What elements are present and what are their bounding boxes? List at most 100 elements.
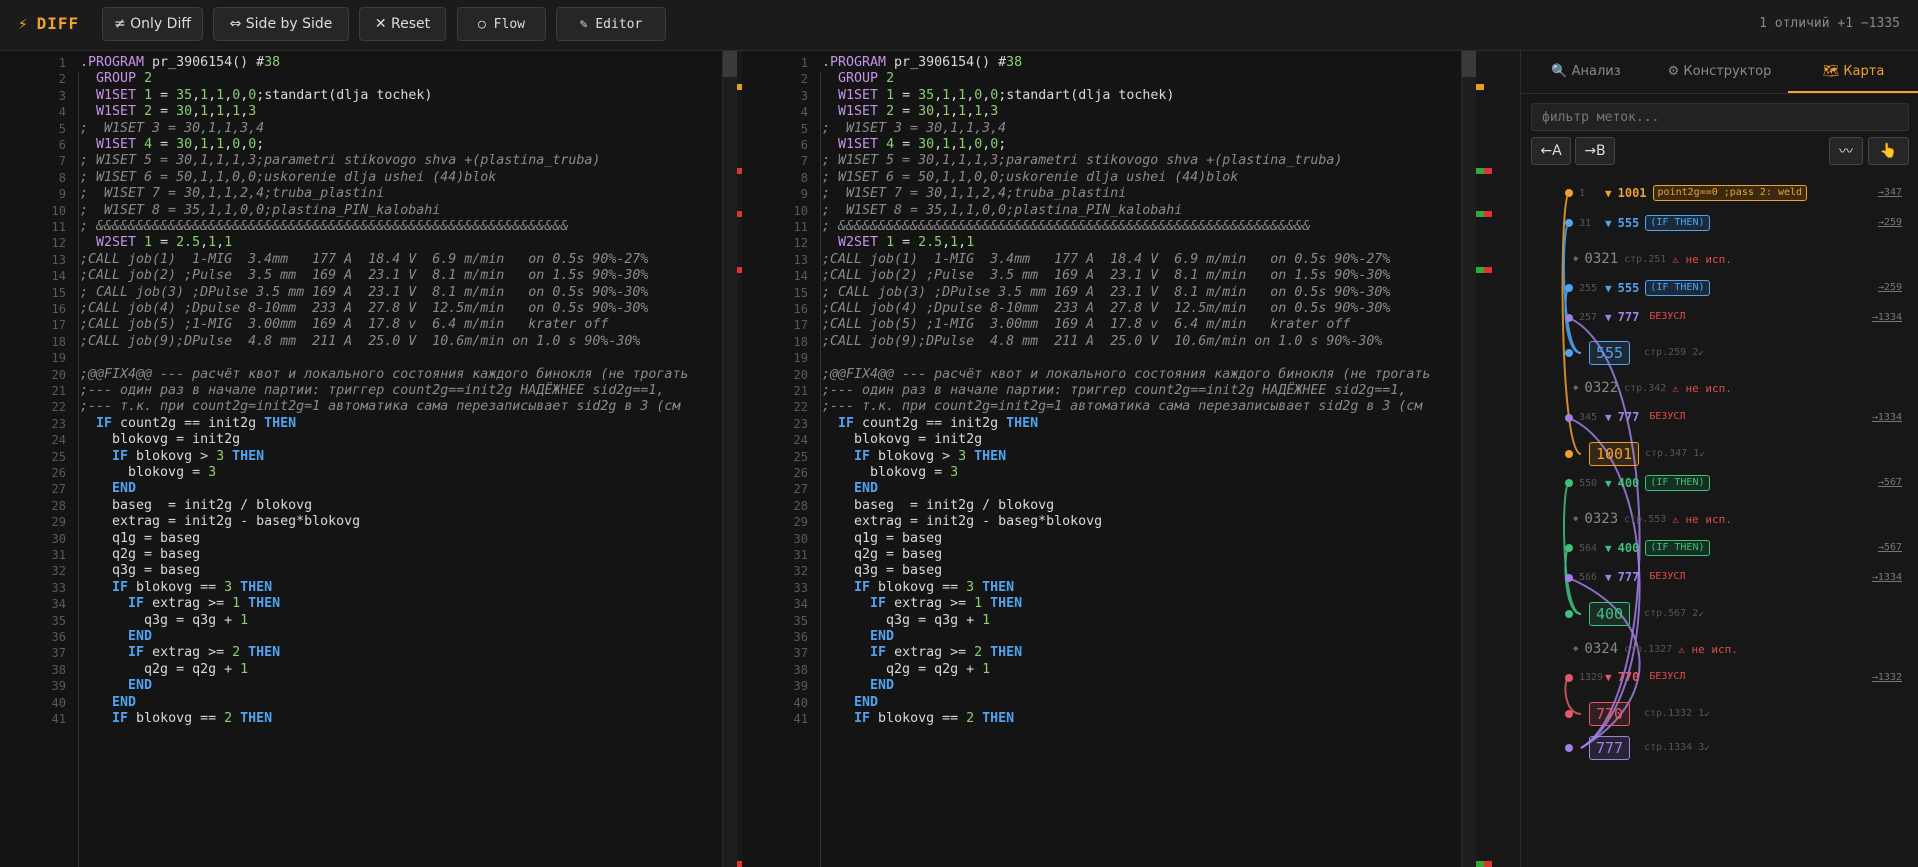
jump-label: 770 (1617, 670, 1640, 684)
row-line-number: 257 (1579, 311, 1598, 323)
only-diff-button[interactable]: ≠ Only Diff (102, 7, 203, 41)
target-count: 3↙ (1698, 742, 1711, 753)
jump-target-link[interactable]: →1334 (1872, 312, 1902, 323)
diff-status: 1 отличий +1 −1335 (1759, 16, 1900, 31)
diff-marker[interactable] (1476, 861, 1484, 867)
jump-row[interactable]: 345 ▼ 777 БЕЗУСЛ (1579, 410, 1689, 424)
side-by-side-button[interactable]: ⇔ Side by Side (213, 7, 349, 41)
right-code-pane[interactable]: 1 .PROGRAM pr_3906154() #38 2 GROUP 23 W1S… (742, 51, 1461, 867)
jump-node (1565, 574, 1573, 582)
top-toolbar: ⚡ DIFF ≠ Only Diff ⇔ Side by Side ✕ Reset… (0, 0, 1918, 51)
target-ref: стр.259 2↙ (1644, 347, 1704, 358)
app-logo: ⚡ DIFF (18, 14, 79, 33)
diff-marker[interactable] (1484, 861, 1492, 867)
target-count: 1↙ (1698, 708, 1711, 719)
diamond-icon: ◆ (1573, 383, 1579, 393)
jump-target-link[interactable]: →1332 (1872, 672, 1902, 683)
target-label-box[interactable]: 555 (1589, 341, 1631, 365)
triangle-down-icon: ▼ (1605, 310, 1612, 324)
jump-label: 777 (1617, 570, 1640, 584)
unused-ref: стр.1327 (1624, 643, 1673, 655)
jump-row[interactable]: 31 ▼ 555 (IF THEN) (1579, 215, 1710, 231)
jump-target-link[interactable]: →347 (1878, 187, 1902, 198)
target-label-box[interactable]: 770 (1589, 702, 1631, 726)
jump-target-link[interactable]: →567 (1878, 542, 1902, 553)
diff-marker[interactable] (1476, 267, 1484, 273)
unused-label-row[interactable]: ◆ 0321 стр.251 ⚠ не исп. (1573, 251, 1732, 267)
left-scroll-thumb[interactable] (723, 51, 738, 77)
target-line-ref: стр.1334 (1644, 742, 1693, 753)
target-ref: стр.567 2↙ (1644, 608, 1704, 619)
diff-marker[interactable] (1484, 211, 1492, 217)
bolt-icon: ⚡ (18, 14, 29, 33)
diff-marker[interactable] (1476, 84, 1484, 90)
triangle-down-icon: ▼ (1605, 670, 1612, 684)
jump-target-link[interactable]: →1334 (1872, 572, 1902, 583)
row-line-number: 566 (1579, 571, 1598, 583)
right-diff-gutter (1476, 51, 1520, 867)
jump-row[interactable]: 550 ▼ 400 (IF THEN) (1579, 475, 1710, 491)
jump-target-link[interactable]: →259 (1878, 217, 1902, 228)
jump-node (1565, 284, 1573, 292)
code-line[interactable]: ;CALL job(9);DPulse 4.8 mm 211 A 25.0 V … (822, 332, 1382, 352)
target-label-box[interactable]: 400 (1589, 602, 1631, 626)
row-line-number: 31 (1579, 217, 1592, 229)
diff-marker[interactable] (1484, 267, 1492, 273)
jump-node (1565, 450, 1573, 458)
left-scrollbar[interactable] (722, 51, 738, 867)
diamond-icon: ◆ (1573, 644, 1579, 654)
jump-row[interactable]: 564 ▼ 400 (IF THEN) (1579, 540, 1710, 556)
unused-label-row[interactable]: ◆ 0324 стр.1327 ⚠ не исп. (1573, 641, 1738, 657)
jump-label: 400 (1617, 476, 1640, 490)
right-scroll-thumb[interactable] (1462, 51, 1477, 77)
target-ref: стр.1334 3↙ (1644, 742, 1710, 753)
editor-button[interactable]: ✎ Editor (556, 7, 666, 41)
triangle-down-icon: ▼ (1605, 281, 1612, 295)
target-label-box[interactable]: 777 (1589, 736, 1631, 760)
jump-target-link[interactable]: →1334 (1872, 412, 1902, 423)
jump-type-badge: (IF THEN) (1645, 475, 1710, 491)
jump-type-badge: БЕЗУСЛ (1649, 411, 1686, 422)
jump-row[interactable]: 257 ▼ 777 БЕЗУСЛ (1579, 310, 1689, 324)
jump-arcs (1561, 189, 1641, 752)
diff-marker[interactable] (1476, 211, 1484, 217)
flow-button[interactable]: ○ Flow (457, 7, 546, 41)
unused-ref: стр.342 (1624, 382, 1667, 394)
jump-node (1565, 479, 1573, 487)
reset-button[interactable]: ✕ Reset (359, 7, 446, 41)
jump-label: 555 (1617, 281, 1640, 295)
code-line[interactable]: IF blokovg == 2 THEN (80, 709, 272, 729)
unused-ref: стр.251 (1624, 253, 1667, 265)
unused-label: 0321 (1584, 251, 1619, 267)
jump-row[interactable]: 1 ▼ 1001 point2g==0 ;pass 2: weld (1579, 185, 1808, 201)
diff-marker[interactable] (1484, 168, 1492, 174)
jump-node (1565, 189, 1573, 197)
target-count: 2↙ (1692, 347, 1705, 358)
unused-label: 0324 (1584, 641, 1619, 657)
jump-node (1565, 219, 1573, 227)
unused-label-row[interactable]: ◆ 0323 стр.553 ⚠ не исп. (1573, 511, 1732, 527)
jump-target-link[interactable]: →567 (1878, 477, 1902, 488)
jump-label: 1001 (1617, 186, 1647, 200)
jump-row[interactable]: 255 ▼ 555 (IF THEN) (1579, 280, 1710, 296)
jump-row[interactable]: 566 ▼ 777 БЕЗУСЛ (1579, 570, 1689, 584)
right-scrollbar[interactable] (1461, 51, 1477, 867)
jump-type-badge: БЕЗУСЛ (1649, 311, 1686, 322)
unused-warning: ⚠ не исп. (1678, 642, 1738, 656)
unused-label-row[interactable]: ◆ 0322 стр.342 ⚠ не исп. (1573, 380, 1732, 396)
diff-marker[interactable] (1476, 168, 1484, 174)
code-line[interactable]: ;CALL job(9);DPulse 4.8 mm 211 A 25.0 V … (80, 332, 640, 352)
code-line[interactable]: IF blokovg == 2 THEN (822, 709, 1014, 729)
line-number: 41 (793, 712, 808, 726)
indent-guide (820, 71, 821, 867)
jump-row[interactable]: 1329 ▼ 770 БЕЗУСЛ (1579, 670, 1689, 684)
triangle-down-icon: ▼ (1605, 570, 1612, 584)
target-line-ref: стр.567 (1644, 608, 1687, 619)
left-code-pane[interactable]: 1 .PROGRAM pr_3906154() #38 2 GROUP 23 W1S… (0, 51, 722, 867)
jump-label: 777 (1617, 410, 1640, 424)
unused-ref: стр.553 (1624, 513, 1667, 525)
jump-target-link[interactable]: →259 (1878, 282, 1902, 293)
jump-label: 555 (1617, 216, 1640, 230)
target-label-box[interactable]: 1001 (1589, 442, 1640, 466)
triangle-down-icon: ▼ (1605, 186, 1612, 200)
